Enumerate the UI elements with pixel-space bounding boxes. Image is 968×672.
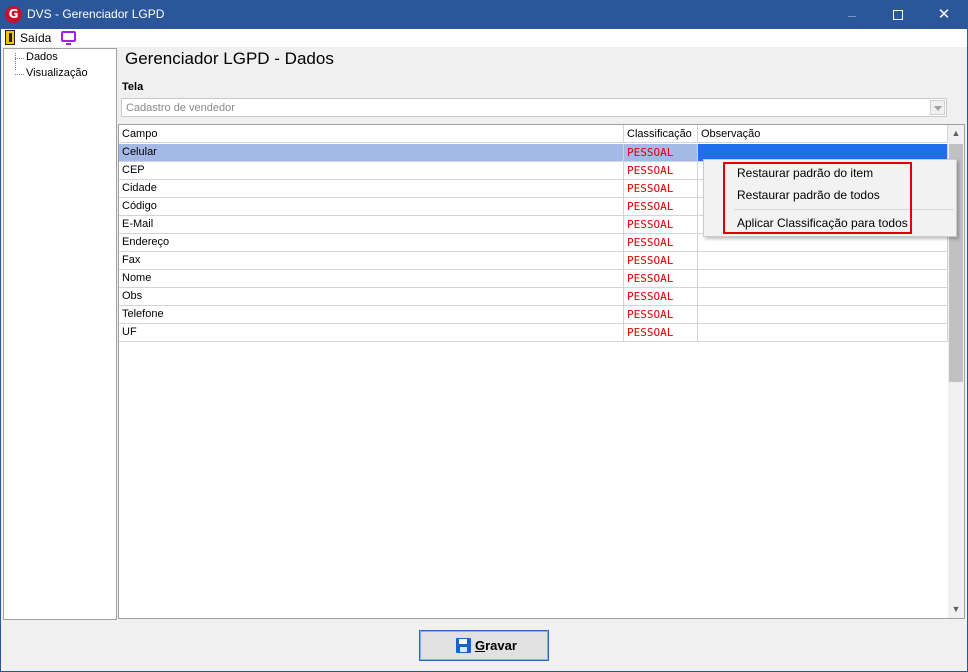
- cell-campo[interactable]: Código: [119, 198, 624, 216]
- column-header-observacao[interactable]: Observação: [698, 125, 948, 143]
- tela-label: Tela: [122, 81, 144, 93]
- cell-campo[interactable]: CEP: [119, 162, 624, 180]
- table-row[interactable]: Telefone PESSOAL: [119, 306, 948, 324]
- column-header-campo[interactable]: Campo: [119, 125, 624, 143]
- menu-item-restaurar-todos[interactable]: Restaurar padrão de todos: [704, 184, 956, 206]
- tree-connector: [15, 53, 16, 70]
- column-header-classificacao[interactable]: Classificação: [624, 125, 698, 143]
- cell-campo[interactable]: Fax: [119, 252, 624, 270]
- save-button[interactable]: Gravar: [419, 630, 549, 661]
- monitor-icon[interactable]: [61, 31, 76, 45]
- cell-campo[interactable]: Nome: [119, 270, 624, 288]
- cell-classificacao[interactable]: PESSOAL: [624, 162, 698, 180]
- scroll-up-icon[interactable]: ▲: [948, 125, 964, 142]
- tree-connector: [15, 58, 24, 59]
- tree-item-label[interactable]: Visualização: [26, 67, 88, 79]
- cell-classificacao[interactable]: PESSOAL: [624, 324, 698, 342]
- tree-connector: [15, 74, 24, 75]
- cell-classificacao[interactable]: PESSOAL: [624, 216, 698, 234]
- menu-item-aplicar-classificacao[interactable]: Aplicar Classificação para todos: [704, 212, 956, 234]
- context-menu: Restaurar padrão do item Restaurar padrã…: [703, 159, 957, 237]
- cell-classificacao[interactable]: PESSOAL: [624, 288, 698, 306]
- cell-observacao[interactable]: [698, 324, 948, 342]
- tela-select-value: Cadastro de vendedor: [126, 102, 235, 114]
- maximize-icon: [893, 10, 903, 21]
- save-button-label: Gravar: [475, 638, 517, 653]
- cell-classificacao[interactable]: PESSOAL: [624, 270, 698, 288]
- title-bar[interactable]: G DVS - Gerenciador LGPD – ✕: [1, 1, 967, 29]
- menu-item-restaurar-item[interactable]: Restaurar padrão do item: [704, 162, 956, 184]
- floppy-disk-icon: [456, 638, 471, 653]
- cell-campo[interactable]: E-Mail: [119, 216, 624, 234]
- cell-classificacao[interactable]: PESSOAL: [624, 198, 698, 216]
- save-button-label-rest: ravar: [485, 638, 517, 653]
- tela-select[interactable]: Cadastro de vendedor: [121, 98, 947, 117]
- tree-item-label[interactable]: Dados: [26, 51, 58, 63]
- cell-classificacao[interactable]: PESSOAL: [624, 252, 698, 270]
- cell-campo[interactable]: Cidade: [119, 180, 624, 198]
- navigation-tree: Dados Visualização: [3, 48, 117, 620]
- cell-campo[interactable]: UF: [119, 324, 624, 342]
- window-title: DVS - Gerenciador LGPD: [27, 7, 165, 21]
- cell-classificacao[interactable]: PESSOAL: [624, 306, 698, 324]
- cell-classificacao[interactable]: PESSOAL: [624, 144, 698, 162]
- cell-observacao[interactable]: [698, 288, 948, 306]
- app-logo-icon: G: [5, 6, 22, 23]
- scroll-down-icon[interactable]: ▼: [948, 601, 964, 618]
- grid-header: Campo Classificação Observação: [119, 125, 948, 143]
- menu-separator: [734, 209, 954, 210]
- cell-campo[interactable]: Celular: [119, 144, 624, 162]
- chevron-down-icon[interactable]: [930, 100, 945, 115]
- page-title: Gerenciador LGPD - Dados: [125, 49, 334, 68]
- exit-menu-item[interactable]: Saída: [20, 31, 51, 45]
- close-button[interactable]: ✕: [921, 1, 967, 29]
- cell-campo[interactable]: Endereço: [119, 234, 624, 252]
- cell-observacao[interactable]: [698, 306, 948, 324]
- save-button-accelerator: G: [475, 638, 486, 653]
- app-window: G DVS - Gerenciador LGPD – ✕ Saída Dados…: [0, 0, 968, 672]
- cell-observacao[interactable]: [698, 252, 948, 270]
- cell-campo[interactable]: Obs: [119, 288, 624, 306]
- menu-bar: Saída: [1, 29, 967, 47]
- table-row[interactable]: UF PESSOAL: [119, 324, 948, 342]
- table-row[interactable]: Fax PESSOAL: [119, 252, 948, 270]
- maximize-button[interactable]: [875, 1, 921, 29]
- cell-classificacao[interactable]: PESSOAL: [624, 234, 698, 252]
- exit-door-icon[interactable]: [5, 30, 15, 45]
- cell-campo[interactable]: Telefone: [119, 306, 624, 324]
- cell-observacao[interactable]: [698, 270, 948, 288]
- table-row[interactable]: Obs PESSOAL: [119, 288, 948, 306]
- table-row[interactable]: Nome PESSOAL: [119, 270, 948, 288]
- cell-classificacao[interactable]: PESSOAL: [624, 180, 698, 198]
- minimize-button[interactable]: –: [829, 1, 875, 29]
